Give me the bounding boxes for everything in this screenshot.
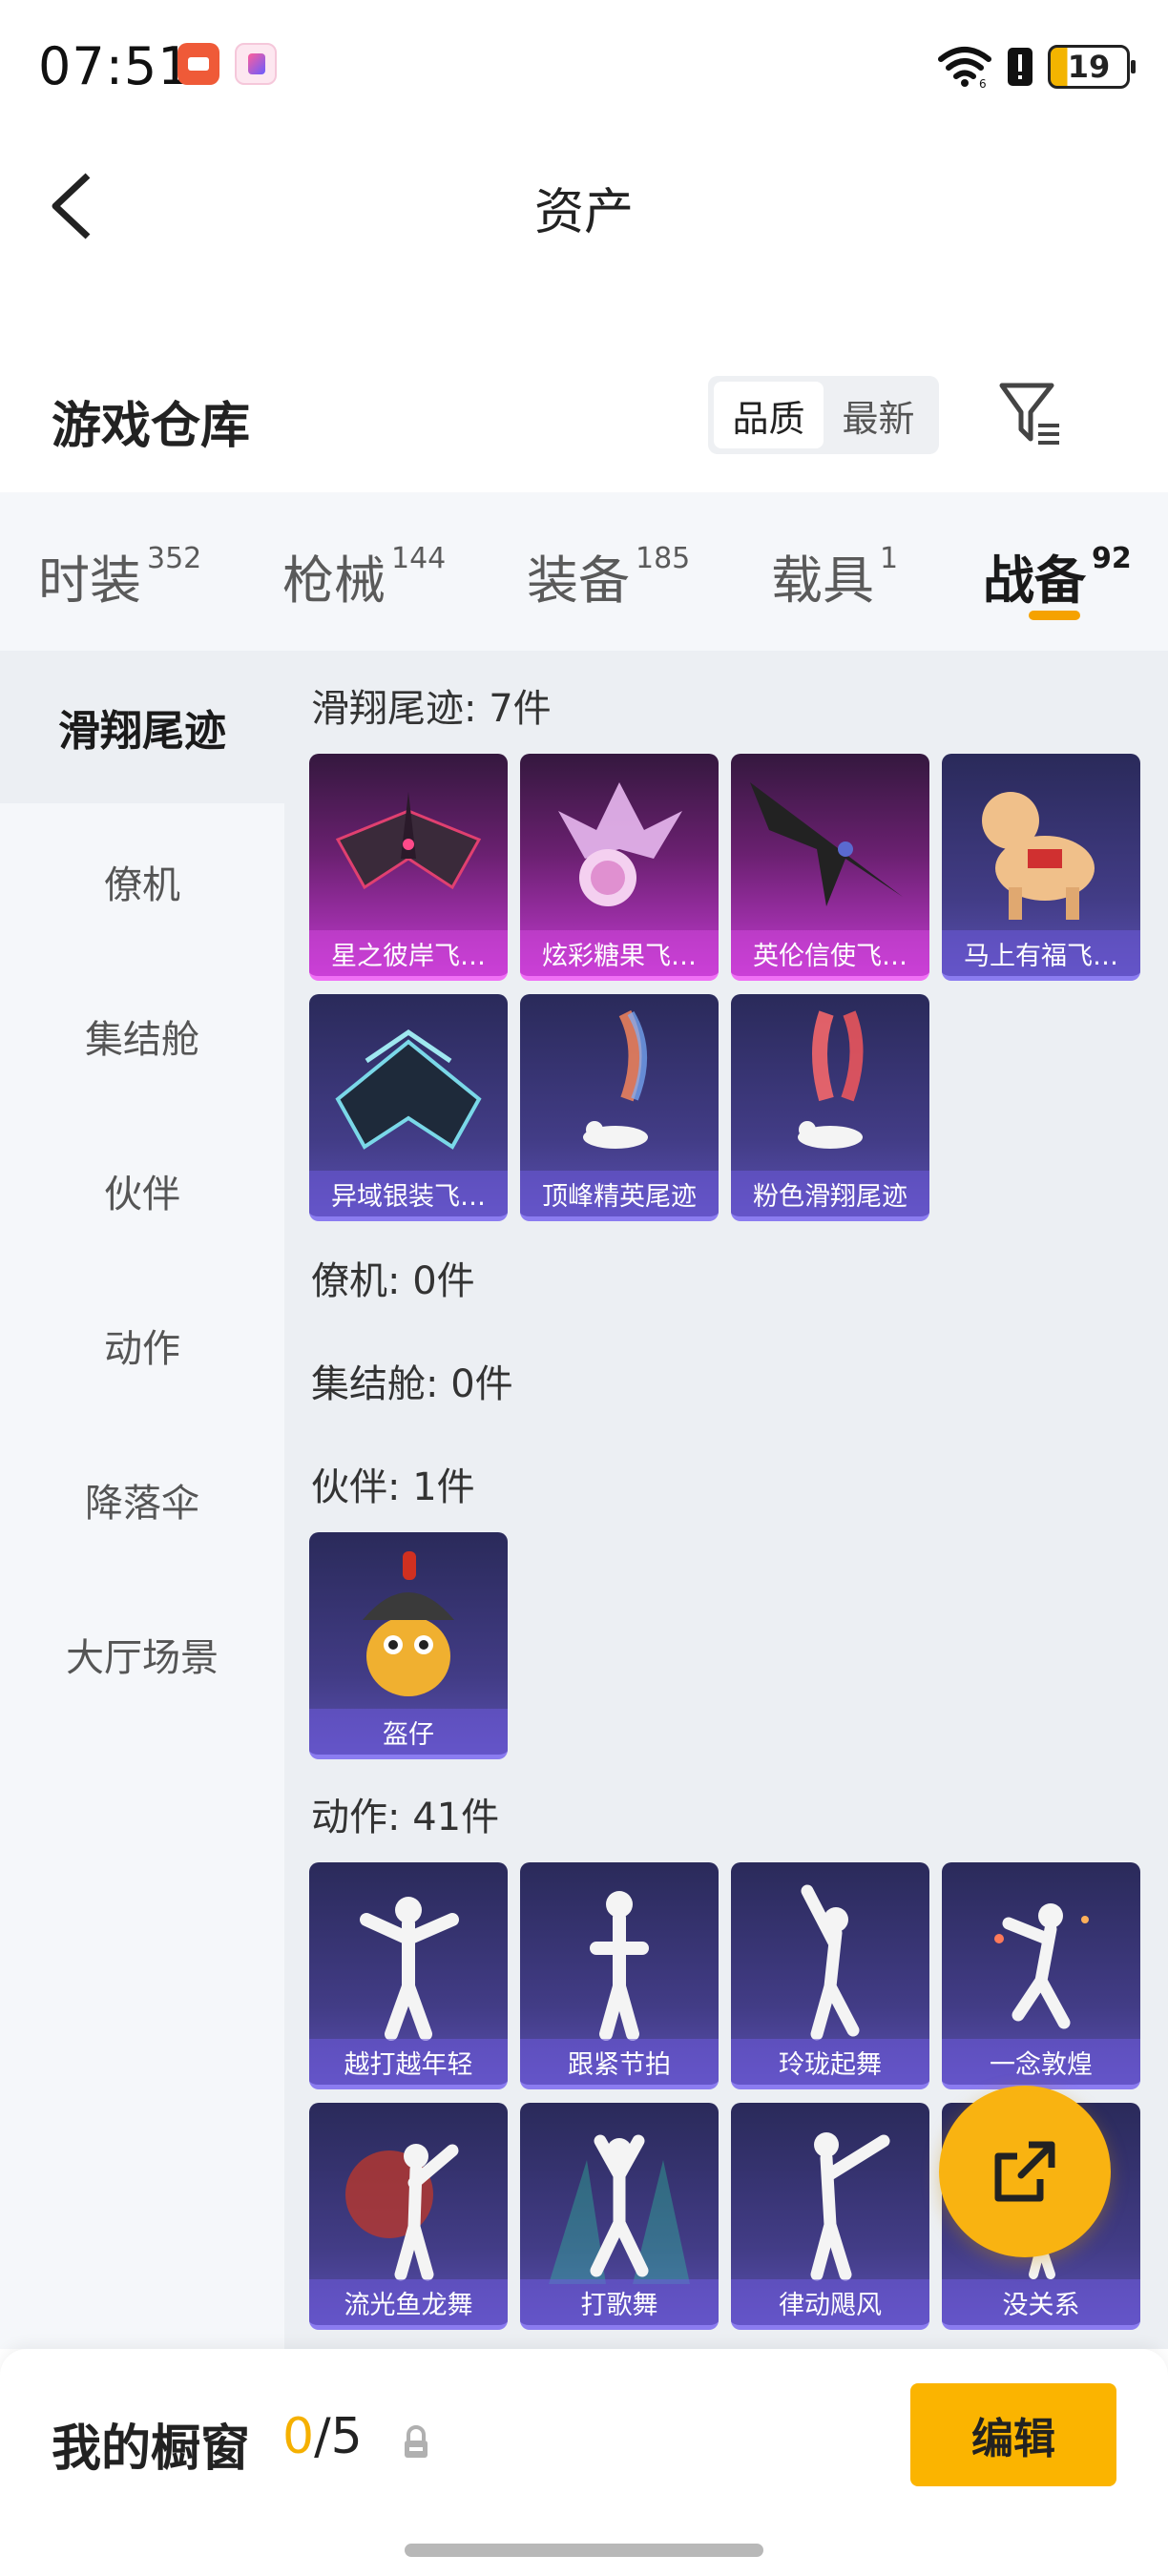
- raven-glider-art-icon: [750, 782, 903, 906]
- item-name: 盔仔: [309, 1709, 508, 1755]
- share-fab-button[interactable]: [939, 2086, 1111, 2257]
- dancer-art-icon: [360, 1897, 459, 2041]
- candy-glider-art-icon: [558, 782, 682, 906]
- sidebar-item-wingman[interactable]: 僚机: [0, 805, 284, 958]
- item-name: 马上有福飞…: [942, 930, 1140, 976]
- item-name: 打歌舞: [520, 2279, 719, 2325]
- item-name: 顶峰精英尾迹: [520, 1171, 719, 1216]
- filter-icon[interactable]: [998, 380, 1065, 448]
- dancer-art-icon: [801, 1884, 860, 2041]
- item-card[interactable]: 流光鱼龙舞: [309, 2103, 508, 2330]
- silver-glider-art-icon: [335, 1028, 482, 1150]
- item-name: 炫彩糖果飞…: [520, 930, 719, 976]
- item-card[interactable]: 粉色滑翔尾迹: [731, 994, 929, 1221]
- recorder-app-icon: [177, 43, 219, 85]
- item-name: 玲珑起舞: [731, 2039, 929, 2085]
- alert-icon: [1008, 48, 1032, 86]
- group-title-glide-trails: 滑翔尾迹: 7件: [311, 687, 552, 731]
- sort-newest-option[interactable]: 最新: [824, 382, 933, 448]
- item-name: 星之彼岸飞…: [309, 930, 508, 976]
- item-name: 流光鱼龙舞: [309, 2279, 508, 2325]
- sidebar-item-lobby-scene[interactable]: 大厅场景: [0, 1578, 284, 1731]
- group-title-rally-pod: 集结舱: 0件: [311, 1362, 513, 1406]
- glider-art-icon: [335, 792, 482, 890]
- dancer-art-icon: [345, 2144, 459, 2281]
- tab-equipment[interactable]: 装备 185: [527, 538, 690, 613]
- battery-icon: 19: [1048, 45, 1136, 89]
- horse-glider-art-icon: [982, 792, 1095, 920]
- sidebar-item-rally-pod[interactable]: 集结舱: [0, 960, 284, 1112]
- tab-vehicles[interactable]: 载具 1: [771, 538, 898, 613]
- item-card[interactable]: 玲珑起舞: [731, 1862, 929, 2089]
- home-indicator[interactable]: [405, 2544, 763, 2557]
- svg-text:6: 6: [979, 77, 987, 88]
- item-name: 粉色滑翔尾迹: [731, 1171, 929, 1216]
- category-tabs: 时装 352 枪械 144 装备 185 载具 1 战备 92: [0, 492, 1168, 651]
- dancer-art-icon: [810, 2132, 890, 2281]
- app-notification-icon: [235, 43, 277, 85]
- sidebar-item-companion[interactable]: 伙伴: [0, 1114, 284, 1267]
- edit-button[interactable]: 编辑: [910, 2383, 1116, 2486]
- item-card[interactable]: 马上有福飞…: [942, 754, 1140, 981]
- sidebar-item-parachute[interactable]: 降落伞: [0, 1423, 284, 1576]
- item-name: 越打越年轻: [309, 2039, 508, 2085]
- group-title-companion: 伙伴: 1件: [311, 1465, 475, 1509]
- sort-quality-option[interactable]: 品质: [714, 382, 824, 448]
- item-card[interactable]: 炫彩糖果飞…: [520, 754, 719, 981]
- sort-toggle: 品质 最新: [708, 376, 939, 454]
- pink-trail-art-icon: [798, 1010, 864, 1149]
- item-card[interactable]: 一念敦煌: [942, 1862, 1140, 2089]
- item-card[interactable]: 盔仔: [309, 1532, 508, 1759]
- item-card[interactable]: 顶峰精英尾迹: [520, 994, 719, 1221]
- dancer-art-icon: [590, 1891, 649, 2041]
- sidebar-item-glide-trail[interactable]: 滑翔尾迹: [0, 651, 284, 803]
- status-time: 07:51: [38, 36, 192, 96]
- tab-firearms[interactable]: 枪械 144: [282, 538, 446, 613]
- group-title-wingman: 僚机: 0件: [311, 1259, 475, 1303]
- item-name: 律动飓风: [731, 2279, 929, 2325]
- tab-fashion[interactable]: 时装 352: [38, 538, 201, 613]
- elite-trail-art-icon: [583, 1009, 648, 1149]
- sidebar: 滑翔尾迹 僚机 集结舱 伙伴 动作 降落伞 大厅场景: [0, 651, 284, 2349]
- item-name: 异域银装飞…: [309, 1171, 508, 1216]
- sidebar-item-emotes[interactable]: 动作: [0, 1269, 284, 1422]
- status-bar: 07:51 6 19: [0, 0, 1168, 134]
- item-name: 一念敦煌: [942, 2039, 1140, 2085]
- dancer-art-icon: [549, 2134, 690, 2284]
- dancer-art-icon: [994, 1903, 1089, 2029]
- item-name: 英伦信使飞…: [731, 930, 929, 976]
- active-tab-indicator: [1029, 611, 1080, 620]
- showcase-count: 0/5: [282, 2408, 363, 2465]
- item-card[interactable]: 越打越年轻: [309, 1862, 508, 2089]
- item-card[interactable]: 律动飓风: [731, 2103, 929, 2330]
- item-name: 没关系: [942, 2279, 1140, 2325]
- warehouse-title: 游戏仓库: [52, 398, 251, 455]
- showcase-title: 我的橱窗: [52, 2420, 251, 2478]
- helmet-chick-art-icon: [363, 1551, 454, 1696]
- lock-icon: [405, 2425, 428, 2458]
- tab-battle-prep[interactable]: 战备 92: [983, 538, 1132, 613]
- page-title: 资产: [533, 184, 634, 241]
- item-name: 跟紧节拍: [520, 2039, 719, 2085]
- showcase-bar: 我的橱窗 0/5 编辑: [0, 2349, 1168, 2576]
- wifi-icon: 6: [938, 47, 991, 88]
- group-title-emotes: 动作: 41件: [311, 1796, 500, 1839]
- item-card[interactable]: 跟紧节拍: [520, 1862, 719, 2089]
- item-card[interactable]: 星之彼岸飞…: [309, 754, 508, 981]
- item-card[interactable]: 异域银装飞…: [309, 994, 508, 1221]
- item-card[interactable]: 打歌舞: [520, 2103, 719, 2330]
- item-card[interactable]: 英伦信使飞…: [731, 754, 929, 981]
- share-external-icon: [994, 2141, 1055, 2202]
